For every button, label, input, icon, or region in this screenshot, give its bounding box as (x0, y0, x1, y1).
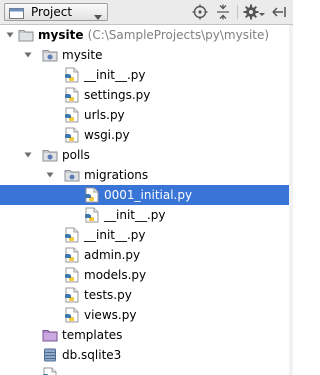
tree-item-file[interactable]: __init__.py (0, 225, 293, 245)
tree-item-label: db.sqlite3 (62, 348, 122, 362)
project-view-label: Project (31, 5, 73, 19)
root-project-name: mysite (38, 28, 84, 42)
tree-item-file[interactable]: admin.py (0, 245, 293, 265)
tree-item-label: models.py (84, 268, 147, 282)
tree-item-file[interactable]: tests.py (0, 285, 293, 305)
tree-item-label: urls.py (84, 108, 125, 122)
tree-item-label: mysite (62, 48, 103, 62)
tree-item-root-mysite[interactable]: mysite (C:\SampleProjects\py\mysite) (0, 25, 293, 45)
expanded-arrow-icon[interactable] (24, 51, 32, 59)
python-file-icon (64, 67, 80, 83)
settings-gear-icon[interactable] (243, 4, 259, 20)
tree-item-file[interactable]: __init__.py (0, 65, 293, 85)
tree-item-label: __init__.py (84, 228, 146, 242)
file-icon (42, 367, 58, 375)
collapse-all-icon[interactable] (215, 4, 231, 20)
tree-item-label: __init__.py (104, 208, 166, 222)
tree-item-file[interactable]: wsgi.py (0, 125, 293, 145)
package-folder-icon (42, 47, 58, 63)
tree-item-file[interactable]: __init__.py (0, 205, 293, 225)
tree-item-file-selected[interactable]: 0001_initial.py (0, 185, 293, 205)
python-file-icon (64, 307, 80, 323)
database-file-icon (42, 347, 58, 363)
toolbar-separator (237, 5, 238, 19)
tree-item-file[interactable]: settings.py (0, 85, 293, 105)
tree-scrollbar[interactable] (289, 25, 293, 375)
package-folder-icon (64, 167, 80, 183)
tree-item-label: __init__.py (84, 68, 146, 82)
tree-item-label: templates (62, 328, 123, 342)
project-tree: mysite (C:\SampleProjects\py\mysite) mys… (0, 25, 293, 375)
tree-item-file[interactable]: views.py (0, 305, 293, 325)
tree-item-label: views.py (84, 308, 137, 322)
dropdown-arrow-icon (94, 10, 102, 24)
python-file-icon (64, 267, 80, 283)
tree-item-label: admin.py (84, 248, 141, 262)
python-file-icon (64, 87, 80, 103)
python-file-icon (64, 107, 80, 123)
expanded-arrow-icon[interactable] (46, 171, 54, 179)
tree-item-migrations-package[interactable]: migrations (0, 165, 293, 185)
package-folder-icon (42, 147, 58, 163)
scroll-from-source-icon[interactable] (192, 4, 208, 20)
python-file-icon (84, 187, 100, 203)
tree-item-label: settings.py (84, 88, 151, 102)
expanded-arrow-icon[interactable] (24, 151, 32, 159)
tree-item-partial[interactable] (0, 365, 293, 375)
python-file-icon (64, 247, 80, 263)
tree-item-label: tests.py (84, 288, 132, 302)
tree-item-mysite-package[interactable]: mysite (0, 45, 293, 65)
tree-item-label: 0001_initial.py (104, 188, 193, 202)
tree-item-polls-package[interactable]: polls (0, 145, 293, 165)
tree-item-label: migrations (84, 168, 149, 182)
templates-folder-icon (42, 327, 58, 343)
folder-icon (18, 27, 34, 43)
expanded-arrow-icon[interactable] (6, 31, 14, 39)
hide-panel-icon[interactable] (271, 4, 287, 20)
tree-item-label: polls (62, 148, 90, 162)
tree-item-templates-folder[interactable]: templates (0, 325, 293, 345)
python-file-icon (64, 227, 80, 243)
python-file-icon (64, 287, 80, 303)
tree-item-file[interactable]: urls.py (0, 105, 293, 125)
project-view-icon (9, 7, 25, 22)
tree-item-file[interactable]: models.py (0, 265, 293, 285)
project-toolbar: Project (0, 0, 293, 25)
project-view-dropdown[interactable]: Project (4, 3, 108, 21)
tree-item-file[interactable]: db.sqlite3 (0, 345, 293, 365)
python-file-icon (84, 207, 100, 223)
tree-item-label: wsgi.py (84, 128, 130, 142)
root-project-path: (C:\SampleProjects\py\mysite) (87, 28, 270, 42)
settings-dropdown-arrow-icon[interactable] (258, 4, 266, 20)
python-file-icon (64, 127, 80, 143)
